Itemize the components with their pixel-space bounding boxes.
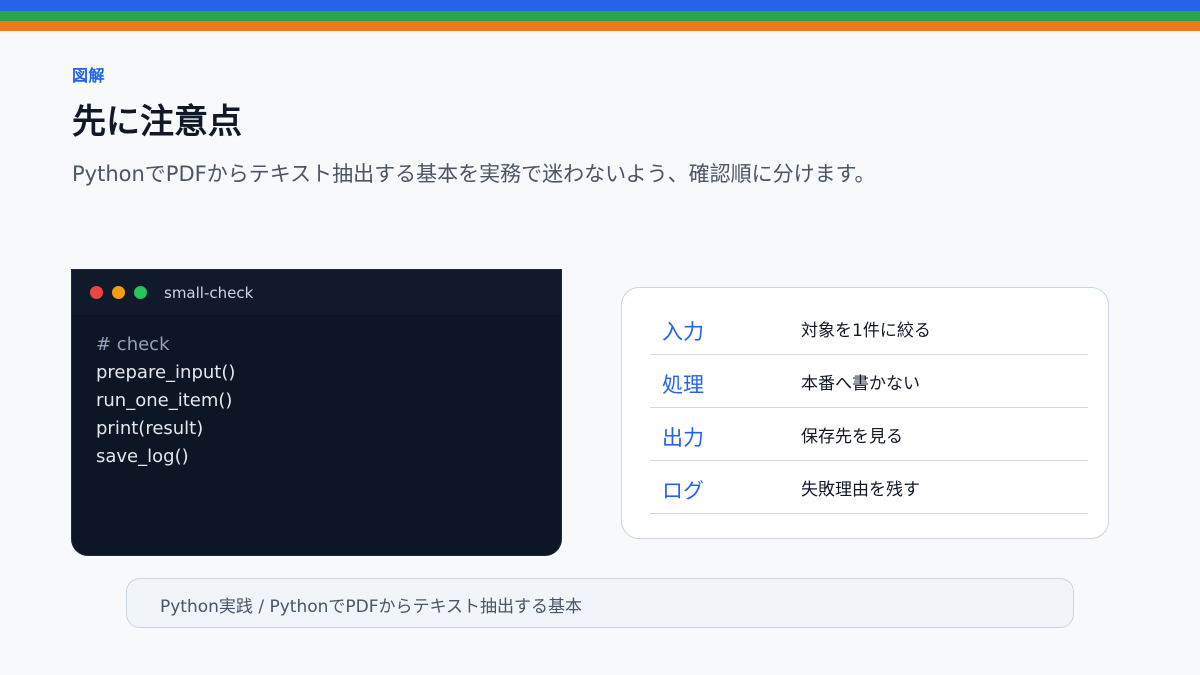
row-value: 本番へ書かない [801, 374, 920, 394]
breadcrumb: Python実践 / PythonでPDFからテキスト抽出する基本 [160, 597, 582, 617]
code-line: save_log() [96, 446, 189, 467]
row-label: 処理 [662, 373, 704, 397]
code-line: # check [96, 334, 170, 355]
minimize-dot-icon[interactable] [112, 286, 125, 299]
checklist-row-process: 処理 本番へ書かない [650, 355, 1088, 408]
page-title: 先に注意点 [72, 102, 242, 142]
stripe-green [0, 11, 1200, 21]
close-dot-icon[interactable] [90, 286, 103, 299]
code-line: prepare_input() [96, 362, 236, 383]
top-color-stripes [0, 0, 1200, 31]
row-label: 出力 [662, 426, 704, 450]
terminal-title-bar: small-check [72, 270, 561, 315]
code-terminal-window: small-check # check prepare_input() run_… [72, 270, 561, 555]
checklist-row-input: 入力 対象を1件に絞る [650, 302, 1088, 355]
checklist-rows: 入力 対象を1件に絞る 処理 本番へ書かない 出力 保存先を見る ログ 失敗理由… [650, 302, 1088, 514]
code-line: print(result) [96, 418, 204, 439]
page-subtitle: PythonでPDFからテキスト抽出する基本を実務で迷わないよう、確認順に分けま… [72, 162, 876, 186]
checklist-row-output: 出力 保存先を見る [650, 408, 1088, 461]
maximize-dot-icon[interactable] [134, 286, 147, 299]
section-eyebrow: 図解 [72, 66, 106, 85]
terminal-code-body: # check prepare_input() run_one_item() p… [72, 315, 561, 487]
code-line: run_one_item() [96, 390, 233, 411]
row-value: 失敗理由を残す [801, 480, 920, 500]
stripe-orange [0, 21, 1200, 31]
row-value: 対象を1件に絞る [801, 321, 931, 341]
row-label: 入力 [662, 320, 704, 344]
breadcrumb-footer: Python実践 / PythonでPDFからテキスト抽出する基本 [126, 578, 1074, 628]
row-value: 保存先を見る [801, 427, 903, 447]
checklist-card: 入力 対象を1件に絞る 処理 本番へ書かない 出力 保存先を見る ログ 失敗理由… [621, 287, 1109, 539]
checklist-row-log: ログ 失敗理由を残す [650, 461, 1088, 514]
row-label: ログ [662, 479, 704, 503]
terminal-title: small-check [164, 283, 254, 302]
stripe-blue [0, 0, 1200, 11]
